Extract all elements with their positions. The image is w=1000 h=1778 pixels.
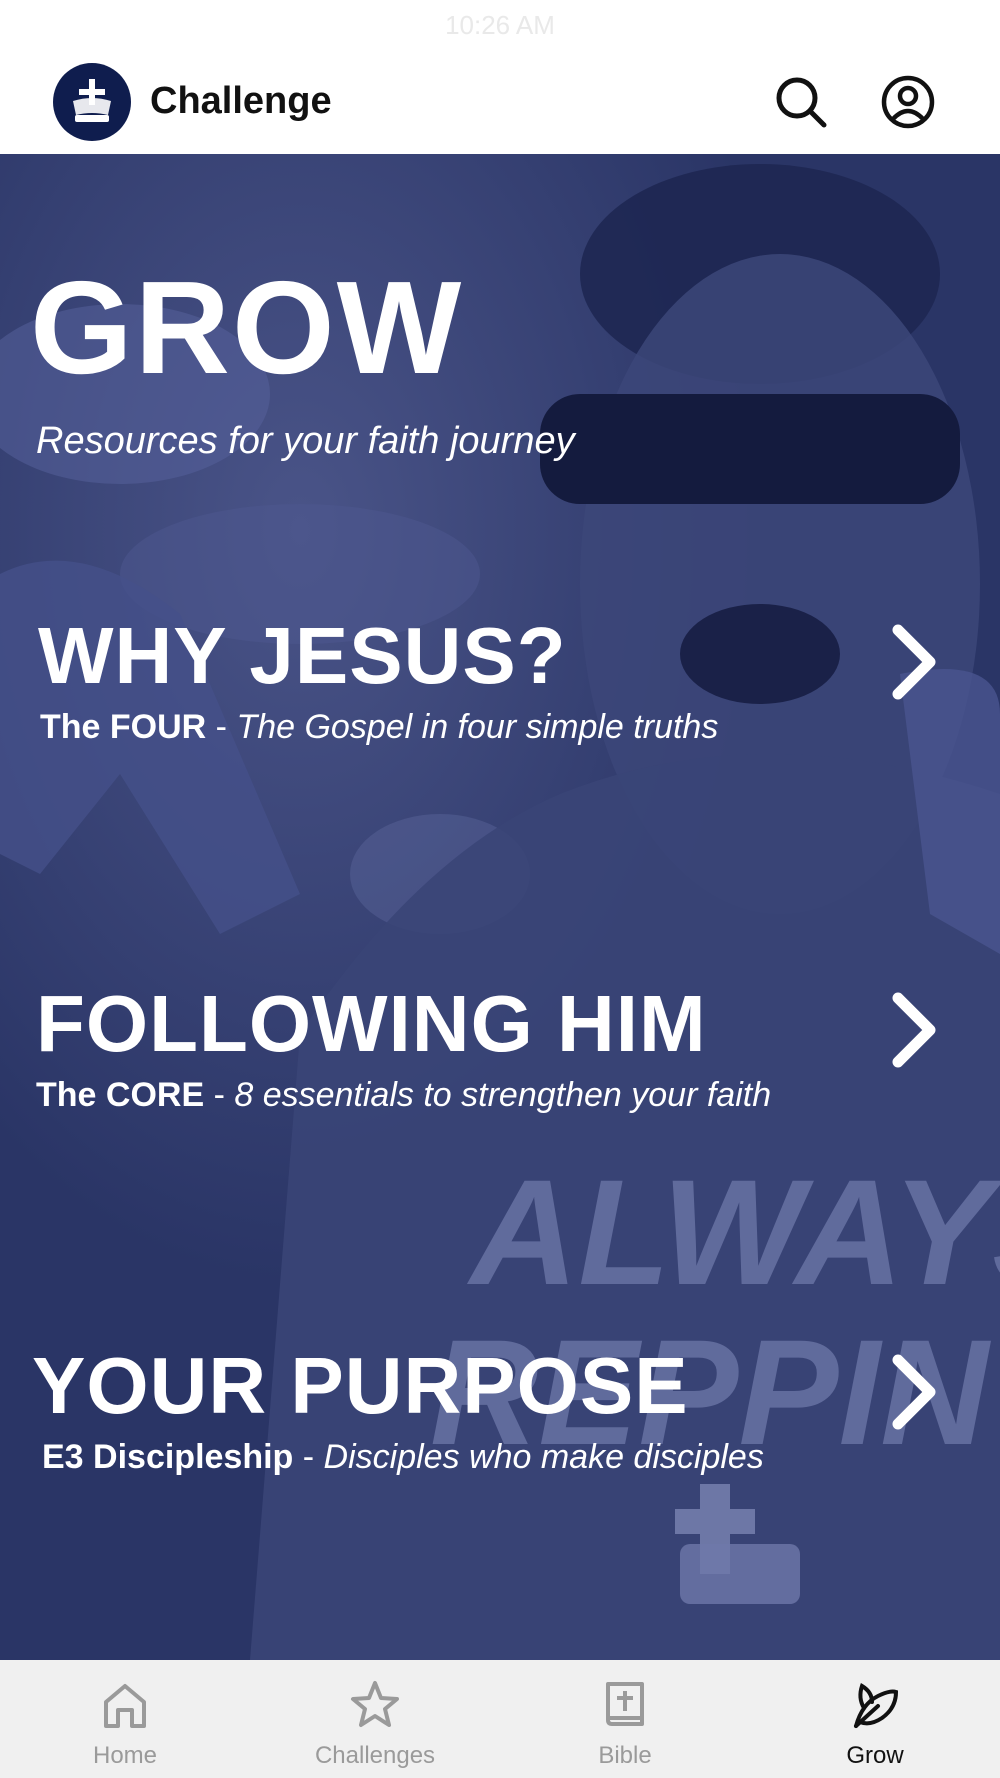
section-separator: - <box>293 1438 324 1476</box>
section-description: 8 essentials to strengthen your faith <box>234 1076 772 1114</box>
leaf-icon <box>854 1683 899 1728</box>
section-your-purpose[interactable]: YOUR PURPOSE E3 Discipleship - Disciples… <box>0 1346 1000 1516</box>
status-time: 10:26 AM <box>445 9 555 40</box>
search-icon <box>776 77 827 128</box>
tab-label: Challenges <box>314 1742 436 1769</box>
tab-grow[interactable]: Grow <box>750 1660 1000 1778</box>
account-button[interactable] <box>880 74 936 130</box>
page-subtitle: Resources for your faith journey <box>36 420 575 462</box>
section-name: The CORE <box>36 1076 205 1114</box>
home-icon <box>104 1684 146 1728</box>
tab-bible[interactable]: Bible <box>500 1660 750 1778</box>
tab-home[interactable]: Home <box>0 1660 250 1778</box>
section-description: Disciples who make disciples <box>323 1438 764 1476</box>
bible-icon <box>606 1682 644 1726</box>
chevron-right-icon <box>892 1354 936 1430</box>
tab-label: Home <box>92 1742 158 1769</box>
page-title: GROW <box>30 254 464 401</box>
app-title: Challenge <box>150 80 332 122</box>
section-following-him[interactable]: FOLLOWING HIM The CORE - 8 essentials to… <box>0 984 1000 1154</box>
section-title: FOLLOWING HIM <box>36 979 707 1068</box>
account-icon <box>881 75 935 129</box>
section-title: YOUR PURPOSE <box>32 1341 689 1430</box>
shirt-text-1: ALWAYS <box>466 1148 1000 1316</box>
section-subtitle: The CORE - 8 essentials to strengthen yo… <box>36 1076 771 1115</box>
chevron-right-icon <box>892 624 936 700</box>
hero-banner: ALWAYS REPPIN GROW Resources for your fa… <box>0 154 1000 1660</box>
tab-bar: Home Challenges Bible Grow <box>0 1660 1000 1778</box>
status-bar: 10:26 AM <box>0 0 1000 50</box>
section-description: The Gospel in four simple truths <box>236 708 719 746</box>
tab-label: Bible <box>598 1742 652 1769</box>
tab-challenges[interactable]: Challenges <box>250 1660 500 1778</box>
fca-logo-icon <box>73 79 111 122</box>
section-title: WHY JESUS? <box>38 611 567 700</box>
chevron-right-icon <box>892 992 936 1068</box>
section-subtitle: E3 Discipleship - Disciples who make dis… <box>42 1438 764 1477</box>
app-header: Challenge <box>0 50 1000 154</box>
section-why-jesus[interactable]: WHY JESUS? The FOUR - The Gospel in four… <box>0 616 1000 786</box>
section-name: The FOUR <box>40 708 207 746</box>
search-button[interactable] <box>773 74 829 130</box>
section-subtitle: The FOUR - The Gospel in four simple tru… <box>40 708 718 747</box>
section-name: E3 Discipleship <box>42 1438 294 1476</box>
section-separator: - <box>204 1076 235 1114</box>
fca-logo[interactable] <box>53 63 131 141</box>
tab-label: Grow <box>846 1742 904 1769</box>
section-separator: - <box>206 708 237 746</box>
star-icon <box>351 1681 399 1727</box>
